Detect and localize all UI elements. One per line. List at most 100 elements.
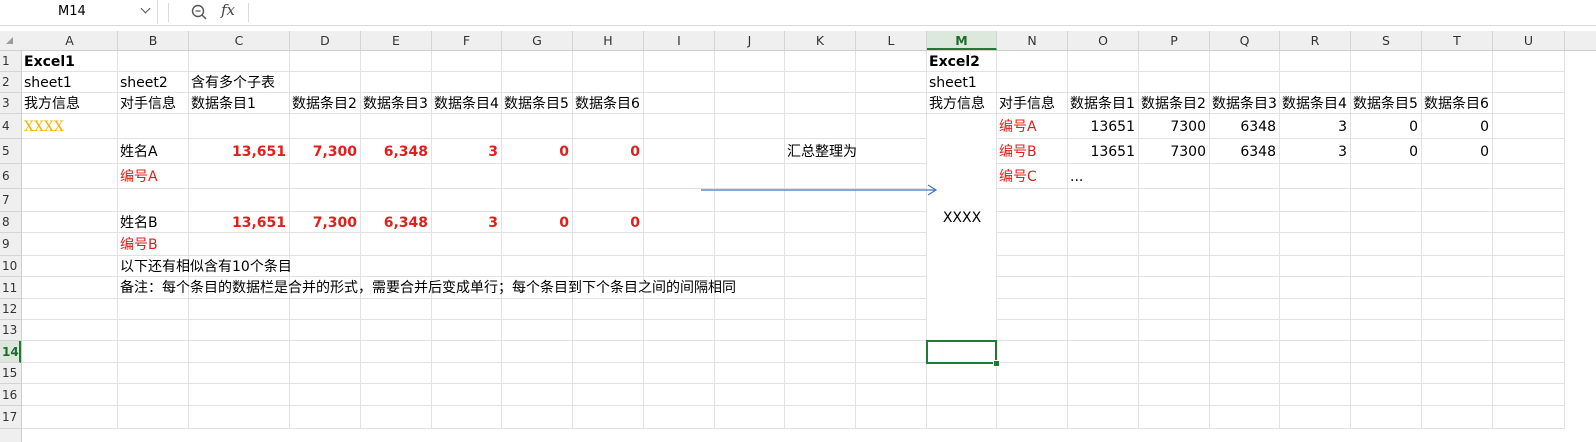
row-header-2[interactable]: 2 [0, 72, 21, 93]
row-header-12[interactable]: 12 [0, 299, 21, 320]
cell-b8[interactable]: 姓名B [120, 213, 158, 233]
cell-t3[interactable]: 数据条目6 [1424, 94, 1489, 114]
column-header-e[interactable]: E [361, 31, 432, 50]
cell-e8[interactable]: 6,348 [363, 213, 428, 233]
cell-t5[interactable]: 0 [1424, 142, 1489, 162]
cell-o6[interactable]: ... [1070, 167, 1083, 187]
cell-b2[interactable]: sheet2 [120, 73, 168, 93]
cell-s4[interactable]: 0 [1353, 117, 1418, 137]
cell-q5[interactable]: 6348 [1212, 142, 1276, 162]
row-header-8[interactable]: 8 [0, 212, 21, 233]
column-header-m[interactable]: M [927, 31, 997, 50]
column-header-r[interactable]: R [1280, 31, 1351, 50]
cell-p4[interactable]: 7300 [1141, 117, 1206, 137]
cell-a3[interactable]: 我方信息 [24, 94, 80, 114]
column-header-g[interactable]: G [502, 31, 573, 50]
cell-q3[interactable]: 数据条目3 [1212, 94, 1277, 114]
formula-input[interactable] [256, 2, 1590, 24]
cell-b6[interactable]: 编号A [120, 167, 185, 187]
cell-d5[interactable]: 7,300 [292, 142, 357, 162]
column-header-u[interactable]: U [1493, 31, 1565, 50]
cell-n3[interactable]: 对手信息 [999, 94, 1055, 114]
cell-a1[interactable]: Excel1 [24, 52, 75, 72]
row-header-10[interactable]: 10 [0, 256, 21, 277]
cell-h3[interactable]: 数据条目6 [575, 94, 640, 114]
cell-k5[interactable]: 汇总整理为 [787, 142, 857, 162]
cell-b5[interactable]: 姓名A [120, 142, 158, 162]
cell-d3[interactable]: 数据条目2 [292, 94, 357, 114]
fill-handle[interactable] [993, 360, 1000, 367]
cell-m1[interactable]: Excel2 [929, 52, 980, 72]
column-header-s[interactable]: S [1351, 31, 1422, 50]
cell-f3[interactable]: 数据条目4 [434, 94, 499, 114]
select-all-corner[interactable] [0, 31, 21, 50]
row-header-16[interactable]: 16 [0, 384, 21, 406]
name-box[interactable]: M14 [0, 0, 158, 24]
cell-m2[interactable]: sheet1 [929, 73, 977, 93]
cell-s5[interactable]: 0 [1353, 142, 1418, 162]
cell-d8[interactable]: 7,300 [292, 213, 357, 233]
row-header-11[interactable]: 11 [0, 277, 21, 299]
column-header-n[interactable]: N [997, 31, 1068, 50]
column-header-q[interactable]: Q [1210, 31, 1280, 50]
cell-o3[interactable]: 数据条目1 [1070, 94, 1135, 114]
cell-b10[interactable]: 以下还有相似含有10个条目 [120, 257, 292, 277]
row-header-6[interactable]: 6 [0, 164, 21, 189]
row-header-13[interactable]: 13 [0, 320, 21, 341]
cell-r4[interactable]: 3 [1282, 117, 1347, 137]
cell-n6[interactable]: 编号C [999, 167, 1064, 187]
cell-g8[interactable]: 0 [504, 213, 569, 233]
spreadsheet-grid[interactable]: Excel1 sheet1 sheet2 含有多个子表 我方信息 对手信息 数据条目1 数据条… [22, 51, 1596, 442]
row-header-1[interactable]: 1 [0, 51, 21, 72]
cell-r3[interactable]: 数据条目4 [1282, 94, 1347, 114]
column-header-p[interactable]: P [1139, 31, 1210, 50]
cell-b11[interactable]: 备注：每个条目的数据栏是合并的形式，需要合并后变成单行；每个条目到下个条目之间的… [120, 278, 736, 298]
cell-h5[interactable]: 0 [575, 142, 640, 162]
cell-o4[interactable]: 13651 [1070, 117, 1135, 137]
cell-n5[interactable]: 编号B [999, 142, 1064, 162]
row-header-14[interactable]: 14 [0, 341, 21, 363]
row-header-3[interactable]: 3 [0, 93, 21, 114]
cell-b9[interactable]: 编号B [120, 235, 185, 255]
row-header-9[interactable]: 9 [0, 233, 21, 256]
cell-r5[interactable]: 3 [1282, 142, 1347, 162]
cell-c5[interactable]: 13,651 [191, 142, 286, 162]
cell-c8[interactable]: 13,651 [191, 213, 286, 233]
column-header-a[interactable]: A [22, 31, 118, 50]
cell-e5[interactable]: 6,348 [363, 142, 428, 162]
column-header-i[interactable]: I [644, 31, 715, 50]
cell-n4[interactable]: 编号A [999, 117, 1064, 137]
cell-c3[interactable]: 数据条目1 [191, 94, 256, 114]
cell-f8[interactable]: 3 [434, 213, 498, 233]
cell-h8[interactable]: 0 [575, 213, 640, 233]
row-header-17[interactable]: 17 [0, 406, 21, 429]
cell-a4[interactable]: XXXX [24, 117, 64, 137]
cell-c2[interactable]: 含有多个子表 [191, 73, 275, 93]
row-header-4[interactable]: 4 [0, 114, 21, 139]
column-header-o[interactable]: O [1068, 31, 1139, 50]
cell-g3[interactable]: 数据条目5 [504, 94, 569, 114]
cell-f5[interactable]: 3 [434, 142, 498, 162]
cell-g5[interactable]: 0 [504, 142, 569, 162]
column-header-b[interactable]: B [118, 31, 189, 50]
cell-t4[interactable]: 0 [1424, 117, 1489, 137]
cell-s3[interactable]: 数据条目5 [1353, 94, 1418, 114]
cell-a2[interactable]: sheet1 [24, 73, 72, 93]
cell-o5[interactable]: 13651 [1070, 142, 1135, 162]
column-header-f[interactable]: F [432, 31, 502, 50]
column-header-d[interactable]: D [290, 31, 361, 50]
cell-e3[interactable]: 数据条目3 [363, 94, 428, 114]
column-header-h[interactable]: H [573, 31, 644, 50]
row-header-5[interactable]: 5 [0, 139, 21, 164]
cell-m3[interactable]: 我方信息 [929, 94, 985, 114]
zoom-icon[interactable] [190, 3, 208, 21]
column-header-c[interactable]: C [189, 31, 290, 50]
function-icon[interactable]: fx [221, 1, 235, 19]
chevron-down-icon[interactable] [140, 3, 151, 14]
column-header-j[interactable]: J [715, 31, 785, 50]
column-header-k[interactable]: K [785, 31, 856, 50]
selected-cell-m14[interactable] [926, 340, 997, 364]
column-header-t[interactable]: T [1422, 31, 1493, 50]
column-header-l[interactable]: L [856, 31, 927, 50]
cell-p5[interactable]: 7300 [1141, 142, 1206, 162]
